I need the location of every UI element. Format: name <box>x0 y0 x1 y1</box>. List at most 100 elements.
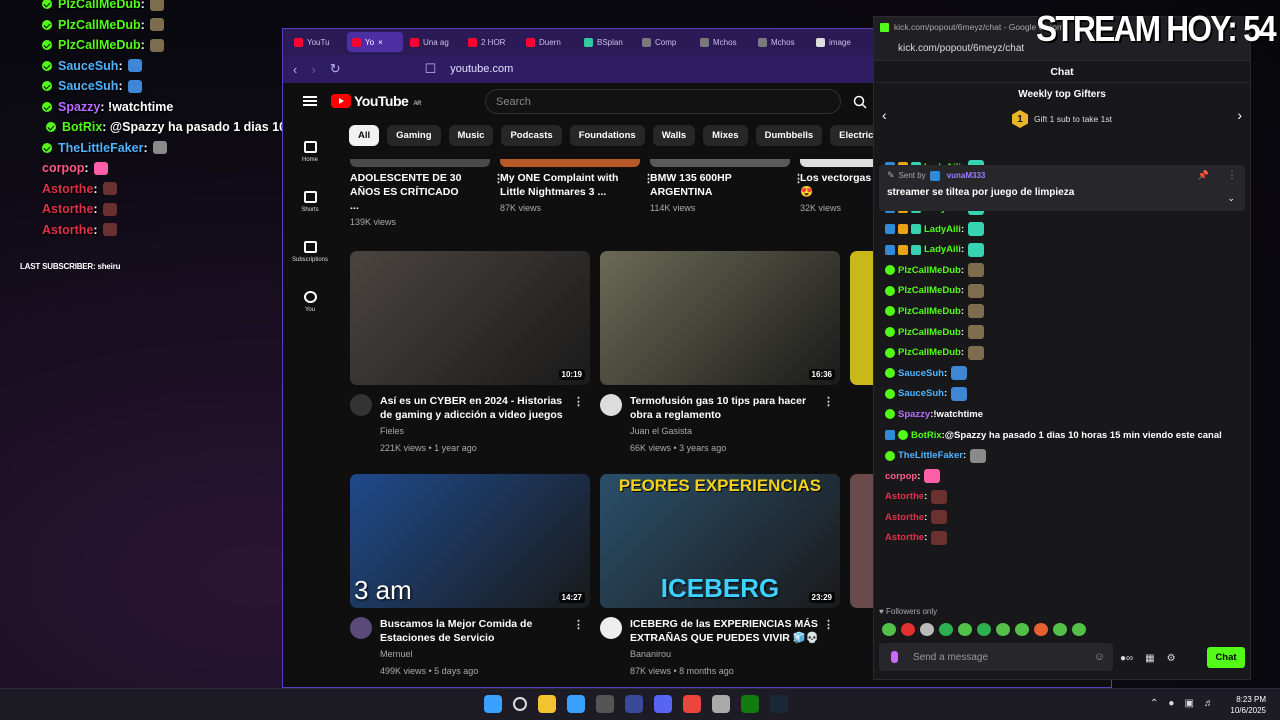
chat-username[interactable]: Astorthe <box>885 491 924 502</box>
sidebar-item-home[interactable]: Home <box>283 127 337 177</box>
browser-tab[interactable]: BSplan <box>579 32 635 52</box>
video-card[interactable]: BMW 135 600HP ARGENTINA 114K views ⋮ <box>650 159 804 216</box>
chat-username[interactable]: LadyAili <box>924 244 961 255</box>
emote-picker-icon[interactable]: ●∞ <box>1120 653 1133 664</box>
file-explorer-icon[interactable] <box>538 695 556 713</box>
emoji-icon[interactable]: ☺ <box>1094 651 1105 663</box>
channel-avatar[interactable] <box>350 394 372 416</box>
url-text[interactable]: youtube.com <box>450 63 513 75</box>
filter-chip[interactable]: Gaming <box>387 125 441 146</box>
close-icon[interactable]: × <box>378 38 383 47</box>
chat-username[interactable]: PlzCallMeDub <box>898 265 961 276</box>
search-icon[interactable] <box>843 89 877 114</box>
volume-icon[interactable]: ♬ <box>1204 698 1214 709</box>
browser-tab[interactable]: Una ag <box>405 32 461 52</box>
browser-tab[interactable]: YouTu <box>289 32 345 52</box>
settings-icon[interactable] <box>712 695 730 713</box>
send-message-input[interactable]: Send a message ☺ <box>879 643 1113 671</box>
filter-chip[interactable]: Dumbbells <box>755 125 823 146</box>
xbox-icon[interactable] <box>741 695 759 713</box>
chat-username[interactable]: PlzCallMeDub <box>898 306 961 317</box>
quick-emote-icon[interactable] <box>996 623 1010 636</box>
chat-username[interactable]: LadyAili <box>924 224 961 235</box>
windows-icon[interactable] <box>484 695 502 713</box>
more-icon[interactable]: ⋮ <box>573 395 584 408</box>
steam-icon[interactable] <box>770 695 788 713</box>
browser-tab[interactable]: Comp <box>637 32 693 52</box>
video-title[interactable]: Termofusión gas 10 tips para hacer obra … <box>630 394 820 422</box>
back-icon[interactable]: ‹ <box>293 62 297 77</box>
browser-tab[interactable]: Yo × <box>347 32 403 52</box>
chevron-right-icon[interactable]: › <box>1237 107 1242 123</box>
more-icon[interactable]: ⋮ <box>573 618 584 631</box>
discord-icon[interactable] <box>654 695 672 713</box>
menu-icon[interactable] <box>303 96 317 106</box>
store-icon[interactable]: ▦ <box>1145 653 1154 664</box>
channel-name[interactable]: Juan el Gasista <box>630 424 820 439</box>
channel-avatar[interactable] <box>600 617 622 639</box>
chat-send-button[interactable]: Chat <box>1207 647 1245 668</box>
video-card[interactable]: 16:36 Termofusión gas 10 tips para hacer … <box>600 251 840 456</box>
quick-emote-icon[interactable] <box>958 623 972 636</box>
youtube-logo[interactable]: YouTube AR <box>331 93 421 109</box>
channel-name[interactable]: Fieles <box>380 424 570 439</box>
video-thumbnail[interactable]: 3 am 14:27 <box>350 474 590 608</box>
filter-chip[interactable]: Walls <box>652 125 696 146</box>
browser-tab[interactable]: Mchos <box>695 32 751 52</box>
chat-username[interactable]: PlzCallMeDub <box>898 285 961 296</box>
more-icon[interactable]: ⋮ <box>823 618 834 631</box>
quick-emote-icon[interactable] <box>977 623 991 636</box>
pinned-username[interactable]: vunaM333 <box>947 171 986 180</box>
unpin-icon[interactable]: 📌 <box>1198 170 1209 181</box>
reload-icon[interactable]: ↻ <box>330 61 341 77</box>
channel-avatar[interactable] <box>600 394 622 416</box>
browser-tab[interactable]: image <box>811 32 867 52</box>
search-input[interactable]: Search <box>485 89 841 114</box>
chevron-left-icon[interactable]: ‹ <box>882 107 887 123</box>
browser-tab[interactable]: Mchos <box>753 32 809 52</box>
video-card[interactable]: My ONE Complaint with Little Nightmares … <box>500 159 654 216</box>
sidebar-item-subscriptions[interactable]: Subscriptions <box>283 227 337 277</box>
video-thumbnail[interactable]: 10:19 <box>350 251 590 385</box>
quick-emote-icon[interactable] <box>901 623 915 636</box>
chevron-down-icon[interactable]: ⌄ <box>1227 193 1235 204</box>
quick-emote-icon[interactable] <box>920 623 934 636</box>
quick-emote-icon[interactable] <box>939 623 953 636</box>
chat-username[interactable]: Astorthe <box>885 532 924 543</box>
video-card[interactable]: 3 am 14:27 Buscamos la Mejor Comida de Est… <box>350 474 590 679</box>
filter-chip[interactable]: All <box>349 125 380 146</box>
chat-username[interactable]: TheLittleFaker <box>898 450 963 461</box>
chat-username[interactable]: Astorthe <box>885 512 924 523</box>
sidebar-item-shorts[interactable]: Shorts <box>283 177 337 227</box>
network-icon[interactable]: ▣ <box>1184 698 1193 709</box>
video-card[interactable]: ADOLESCENTE DE 30 AÑOS ES CRÍTICADO ... 1… <box>350 159 504 230</box>
chat-username[interactable]: SauceSuh <box>898 368 944 379</box>
video-thumbnail-partial[interactable] <box>650 159 790 167</box>
video-card[interactable]: 10:19 Así es un CYBER en 2024 - Historias… <box>350 251 590 456</box>
video-thumbnail-partial[interactable] <box>350 159 490 167</box>
quick-emote-icon[interactable] <box>1072 623 1086 636</box>
forward-icon[interactable]: › <box>311 62 315 77</box>
chat-username[interactable]: PlzCallMeDub <box>898 327 961 338</box>
quick-emote-icon[interactable] <box>1053 623 1067 636</box>
video-thumbnail-partial[interactable] <box>500 159 640 167</box>
filter-chip[interactable]: Mixes <box>703 125 748 146</box>
channel-avatar[interactable] <box>350 617 372 639</box>
app-icon[interactable] <box>625 695 643 713</box>
quick-emote-icon[interactable] <box>882 623 896 636</box>
sidebar-item-you[interactable]: You <box>283 277 337 327</box>
video-card[interactable]: PEORES EXPERIENCIAS ICEBERG 23:29 ICEBERG d… <box>600 474 840 679</box>
more-icon[interactable]: ⋮ <box>1227 170 1237 181</box>
chat-username[interactable]: corpop <box>885 471 917 482</box>
search-icon[interactable] <box>513 697 527 711</box>
chat-username[interactable]: Spazzy <box>898 409 930 420</box>
gear-icon[interactable]: ⚙ <box>1167 653 1176 664</box>
chat-username[interactable]: BotRix <box>911 430 942 441</box>
chevron-up-icon[interactable]: ⌃ <box>1150 698 1158 709</box>
quick-emote-icon[interactable] <box>1015 623 1029 636</box>
chat-username[interactable]: SauceSuh <box>898 388 944 399</box>
video-title[interactable]: ICEBERG de las EXPERIENCIAS MÁS EXTRAÑAS… <box>630 617 820 645</box>
store-icon[interactable] <box>567 695 585 713</box>
chrome-icon[interactable] <box>683 695 701 713</box>
filter-chip[interactable]: Foundations <box>569 125 645 146</box>
